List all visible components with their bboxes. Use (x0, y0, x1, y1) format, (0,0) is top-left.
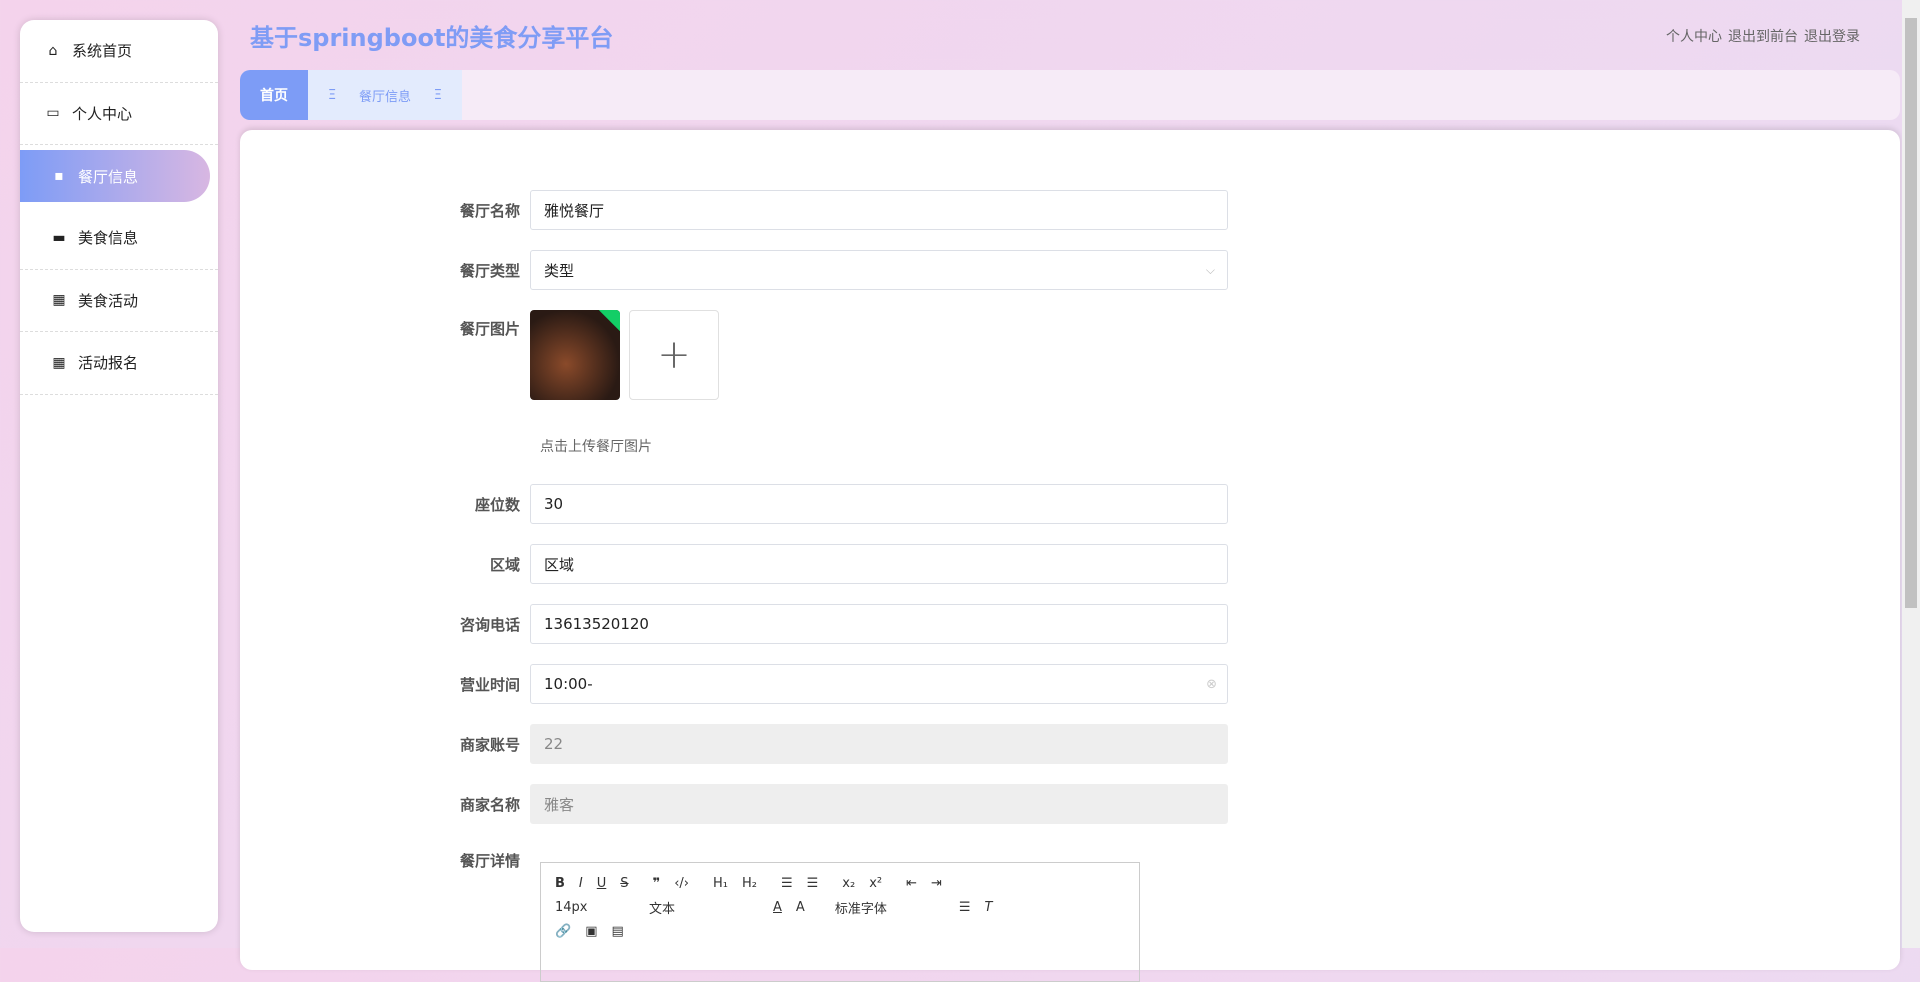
tab-bar: 首页 Ξ 餐厅信息 Ξ (240, 70, 1900, 120)
sidebar-item-home[interactable]: ⌂ 系统首页 (20, 20, 218, 83)
seats-input[interactable]: 30 (530, 484, 1228, 524)
clear-icon[interactable]: ⊗ (1206, 677, 1217, 692)
hours-value: 10:00- (544, 675, 593, 693)
bullet-list-icon[interactable]: ☰ (807, 876, 819, 891)
subscript-icon[interactable]: x₂ (842, 876, 855, 891)
sidebar: ⌂ 系统首页 ▭ 个人中心 ▪ 餐厅信息 ▬ 美食信息 ▦ 美食活动 ▦ 活动报名 (20, 20, 218, 932)
clear-format-icon[interactable]: T (984, 900, 992, 915)
region-input[interactable]: 区域 (530, 544, 1228, 584)
ordered-list-icon[interactable]: ☰ (781, 876, 793, 891)
sidebar-item-restaurant[interactable]: ▪ 餐厅信息 (20, 150, 210, 202)
label: 营业时间 (459, 675, 520, 694)
image-icon[interactable]: ▣ (585, 924, 597, 939)
strike-icon[interactable]: S (620, 876, 628, 891)
indent-icon[interactable]: ⇥ (931, 876, 942, 891)
front-link[interactable]: 退出到前台 (1728, 29, 1798, 45)
bg-color-icon[interactable]: A (796, 900, 805, 915)
link-icon[interactable]: 🔗 (555, 924, 571, 939)
plus-icon: + (657, 332, 691, 378)
label: 餐厅类型 (459, 261, 520, 280)
profile-link[interactable]: 个人中心 (1666, 29, 1722, 45)
chair-icon: ▪ (54, 168, 64, 184)
account-input: 22 (530, 724, 1228, 764)
scrollbar-thumb[interactable] (1905, 18, 1917, 608)
scrollbar[interactable] (1902, 0, 1920, 948)
rich-text-editor[interactable]: B I U S ❞ ‹/› H₁ H₂ ☰ ☰ x₂ x² ⇤ ⇥ 14px 文本 A A 标准字体 ☰ T 🔗 ▣ ▤ (540, 862, 1140, 982)
type-value: 类型 (544, 261, 575, 280)
outdent-icon[interactable]: ⇤ (906, 876, 917, 891)
label: 餐厅名称 (459, 201, 520, 220)
wallet-icon: ▭ (46, 105, 60, 122)
top-links: 个人中心 退出到前台 退出登录 (1660, 26, 1860, 46)
sidebar-item-activity[interactable]: ▦ 美食活动 (20, 270, 218, 332)
sidebar-item-profile[interactable]: ▭ 个人中心 (20, 83, 218, 145)
text-color-icon[interactable]: A (773, 900, 782, 915)
page-title: 基于springboot的美食分享平台 (250, 24, 614, 52)
underline-icon[interactable]: U (597, 876, 607, 891)
merchant-input: 雅客 (530, 784, 1228, 824)
name-input[interactable]: 雅悦餐厅 (530, 190, 1228, 230)
heading-select[interactable]: 文本 (649, 898, 759, 917)
grid-icon: ▦ (52, 292, 66, 309)
briefcase-icon: ▬ (52, 229, 66, 246)
h1-icon[interactable]: H₁ (713, 876, 728, 891)
uploaded-image[interactable] (530, 310, 620, 400)
type-select[interactable]: 类型 ⌵ (530, 250, 1228, 290)
sidebar-item-signup[interactable]: ▦ 活动报名 (20, 332, 218, 395)
label: 餐厅详情 (459, 852, 520, 870)
label: 区域 (489, 555, 520, 574)
bold-icon[interactable]: B (555, 876, 565, 891)
logout-link[interactable]: 退出登录 (1804, 29, 1860, 45)
font-size-select[interactable]: 14px (555, 900, 635, 915)
label: 咨询电话 (459, 615, 520, 634)
superscript-icon[interactable]: x² (869, 876, 882, 891)
drag-icon: Ξ (433, 87, 442, 103)
font-family-select[interactable]: 标准字体 (835, 898, 945, 917)
drag-icon: Ξ (328, 87, 337, 103)
italic-icon[interactable]: I (579, 876, 583, 891)
label: 座位数 (474, 495, 520, 514)
grid-icon: ▦ (52, 354, 66, 371)
phone-input[interactable]: 13613520120 (530, 604, 1228, 644)
quote-icon[interactable]: ❞ (653, 876, 661, 891)
tab-restaurant[interactable]: Ξ 餐厅信息 Ξ (308, 70, 462, 120)
label: 餐厅图片 (459, 320, 520, 338)
h2-icon[interactable]: H₂ (742, 876, 757, 891)
form-card: 餐厅名称 雅悦餐厅 餐厅类型 类型 ⌵ 餐厅图片 + 点击上传餐厅图片 座位数 30 区… (240, 130, 1900, 982)
video-icon[interactable]: ▤ (611, 924, 623, 939)
label: 商家账号 (459, 735, 520, 754)
align-icon[interactable]: ☰ (959, 900, 971, 915)
sidebar-item-food[interactable]: ▬ 美食信息 (20, 207, 218, 270)
chevron-down-icon: ⌵ (1205, 262, 1215, 277)
hours-input[interactable]: 10:00- ⊗ (530, 664, 1228, 704)
image-hint: 点击上传餐厅图片 (540, 439, 652, 455)
tab-home[interactable]: 首页 (240, 70, 308, 120)
code-icon[interactable]: ‹/› (674, 876, 689, 891)
home-icon: ⌂ (48, 42, 58, 59)
upload-button[interactable]: + (629, 310, 719, 400)
label: 商家名称 (459, 795, 520, 814)
